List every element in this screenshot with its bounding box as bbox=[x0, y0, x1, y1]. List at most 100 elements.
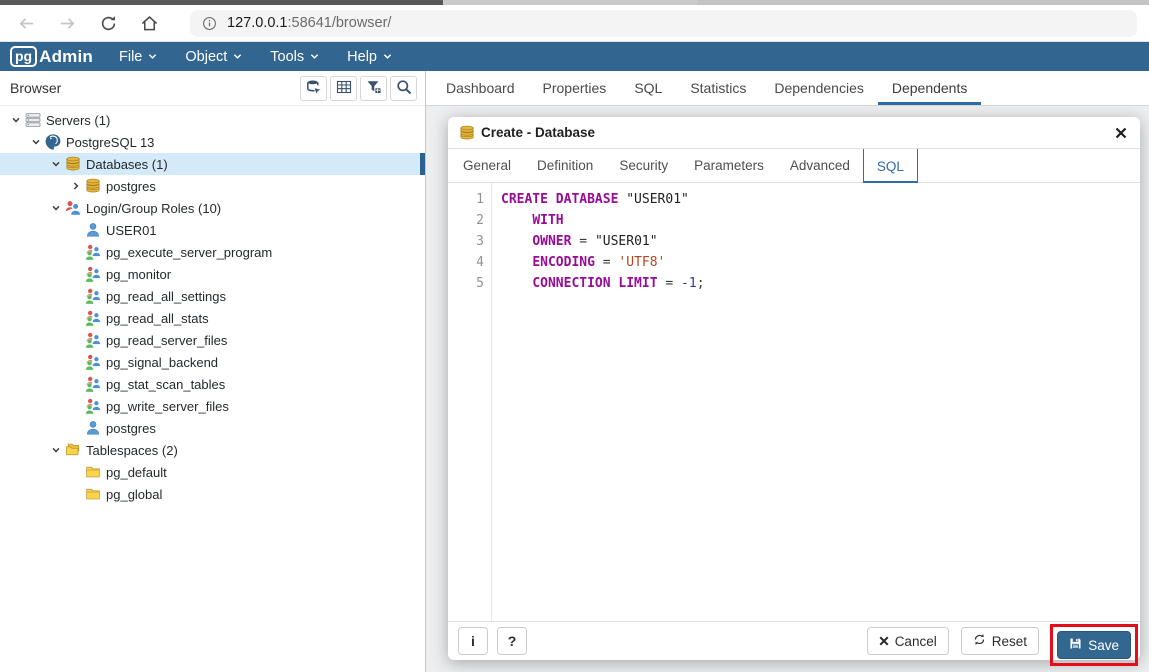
tree-item[interactable]: pg_signal_backend bbox=[0, 351, 425, 373]
line-number: 4 bbox=[476, 255, 484, 270]
tree-item[interactable]: USER01 bbox=[0, 219, 425, 241]
line-number: 5 bbox=[476, 276, 484, 291]
tab-dependents[interactable]: Dependents bbox=[877, 71, 982, 105]
menu-file[interactable]: File bbox=[119, 49, 157, 65]
tree-item[interactable]: pg_read_all_settings bbox=[0, 285, 425, 307]
save-label: Save bbox=[1088, 637, 1119, 653]
info-button[interactable]: i bbox=[458, 627, 488, 655]
menu-help[interactable]: Help bbox=[347, 49, 392, 65]
tab-statistics[interactable]: Statistics bbox=[676, 71, 760, 105]
folder-icon bbox=[85, 486, 102, 502]
code-line: ENCODING = 'UTF8' bbox=[532, 255, 666, 270]
tree-item-label: Servers (1) bbox=[46, 112, 111, 128]
tree-item[interactable]: pg_read_all_stats bbox=[0, 307, 425, 329]
tree-item[interactable]: pg_execute_server_program bbox=[0, 241, 425, 263]
reload-icon[interactable] bbox=[96, 11, 120, 35]
home-icon[interactable] bbox=[137, 11, 161, 35]
postgresql-icon bbox=[45, 134, 62, 150]
tree-item-label: pg_default bbox=[106, 464, 167, 480]
tree-item[interactable]: Databases (1) bbox=[0, 153, 425, 175]
role-group-icon bbox=[85, 288, 102, 304]
help-button[interactable]: ? bbox=[497, 627, 527, 655]
tree-item[interactable]: Tablespaces (2) bbox=[0, 439, 425, 461]
chevron-down-icon[interactable] bbox=[28, 137, 44, 147]
tab-sql[interactable]: SQL bbox=[620, 71, 676, 105]
tree-item-label: PostgreSQL 13 bbox=[66, 134, 155, 150]
role-group-icon bbox=[85, 266, 102, 282]
dialog-tab-parameters[interactable]: Parameters bbox=[681, 149, 777, 182]
save-icon bbox=[1069, 637, 1082, 653]
forward-icon[interactable] bbox=[55, 11, 79, 35]
grid-icon bbox=[336, 79, 352, 98]
dialog-tab-general[interactable]: General bbox=[450, 149, 524, 182]
tree-item-label: pg_signal_backend bbox=[106, 354, 219, 370]
filter-button[interactable] bbox=[360, 75, 387, 101]
database-icon bbox=[85, 178, 102, 194]
dialog-tab-sql[interactable]: SQL bbox=[862, 149, 918, 183]
user-icon bbox=[85, 420, 102, 436]
reset-button[interactable]: Reset bbox=[960, 627, 1039, 655]
dialog-tab-advanced[interactable]: Advanced bbox=[777, 149, 863, 182]
url-bar[interactable]: 127.0.0.1:58641/browser/ bbox=[190, 9, 1137, 37]
dialog-tab-definition[interactable]: Definition bbox=[524, 149, 606, 182]
grid-button[interactable] bbox=[330, 75, 357, 101]
tab-properties[interactable]: Properties bbox=[529, 71, 621, 105]
chevron-right-icon[interactable] bbox=[68, 181, 84, 191]
browser-tab-strip bbox=[0, 0, 1149, 5]
tree-item-label: pg_global bbox=[106, 486, 163, 502]
menu-tools[interactable]: Tools bbox=[270, 49, 319, 65]
sql-editor[interactable]: 1 2 3 4 5 CREATE DATABASE "USER01" WITH OWNE… bbox=[448, 183, 1140, 621]
filter-icon bbox=[366, 79, 382, 98]
tab-dashboard[interactable]: Dashboard bbox=[432, 71, 529, 105]
tree-item-label: pg_read_all_stats bbox=[106, 310, 209, 326]
reset-label: Reset bbox=[991, 633, 1027, 649]
chevron-down-icon bbox=[310, 49, 319, 65]
browser-panel-title: Browser bbox=[10, 80, 62, 96]
tree-item[interactable]: pg_write_server_files bbox=[0, 395, 425, 417]
menu-object[interactable]: Object bbox=[185, 49, 242, 65]
browser-panel: Browser Servers (1) PostgreSQL 13 Database… bbox=[0, 71, 426, 672]
tree-item[interactable]: pg_stat_scan_tables bbox=[0, 373, 425, 395]
object-explorer-icon bbox=[306, 79, 322, 98]
info-icon[interactable] bbox=[202, 16, 217, 31]
main-tab-bar: Dashboard Properties SQL Statistics Dependen… bbox=[426, 71, 1149, 106]
tree-item[interactable]: pg_global bbox=[0, 483, 425, 505]
menu-label: File bbox=[119, 48, 143, 65]
save-button[interactable]: Save bbox=[1057, 631, 1131, 659]
cancel-button[interactable]: Cancel bbox=[866, 627, 949, 655]
tree-item[interactable]: pg_monitor bbox=[0, 263, 425, 285]
tree-item-label: postgres bbox=[106, 178, 156, 194]
database-icon bbox=[459, 125, 475, 141]
tree-item-label: pg_write_server_files bbox=[106, 398, 229, 414]
chevron-down-icon[interactable] bbox=[48, 445, 64, 455]
tree-item[interactable]: pg_default bbox=[0, 461, 425, 483]
logo-pg-badge: pg bbox=[10, 46, 38, 67]
tab-dependencies[interactable]: Dependencies bbox=[760, 71, 878, 105]
chevron-down-icon[interactable] bbox=[8, 115, 24, 125]
tree-item[interactable]: postgres bbox=[0, 175, 425, 197]
close-icon[interactable] bbox=[1113, 125, 1129, 141]
tree-item[interactable]: pg_read_server_files bbox=[0, 329, 425, 351]
code-line: CREATE DATABASE "USER01" bbox=[501, 192, 689, 207]
line-number-gutter: 1 2 3 4 5 bbox=[448, 183, 492, 621]
cancel-label: Cancel bbox=[894, 633, 937, 649]
tree-item[interactable]: Login/Group Roles (10) bbox=[0, 197, 425, 219]
database-icon bbox=[65, 156, 82, 172]
tree-item[interactable]: Servers (1) bbox=[0, 109, 425, 131]
back-icon[interactable] bbox=[14, 11, 38, 35]
chevron-down-icon[interactable] bbox=[48, 203, 64, 213]
tree-item-label: postgres bbox=[106, 420, 156, 436]
browser-toolbar: 127.0.0.1:58641/browser/ bbox=[0, 5, 1149, 42]
save-highlight-annotation: Save bbox=[1050, 624, 1138, 666]
tree-item[interactable]: PostgreSQL 13 bbox=[0, 131, 425, 153]
line-number: 1 bbox=[476, 192, 484, 207]
chevron-down-icon bbox=[148, 49, 157, 65]
object-explorer-button[interactable] bbox=[300, 75, 327, 101]
search-button[interactable] bbox=[390, 75, 417, 101]
browser-tab-edge bbox=[443, 0, 697, 5]
role-group-icon bbox=[85, 376, 102, 392]
tree-item-label: pg_monitor bbox=[106, 266, 172, 282]
dialog-tab-security[interactable]: Security bbox=[606, 149, 681, 182]
tree-item[interactable]: postgres bbox=[0, 417, 425, 439]
chevron-down-icon[interactable] bbox=[48, 159, 64, 169]
